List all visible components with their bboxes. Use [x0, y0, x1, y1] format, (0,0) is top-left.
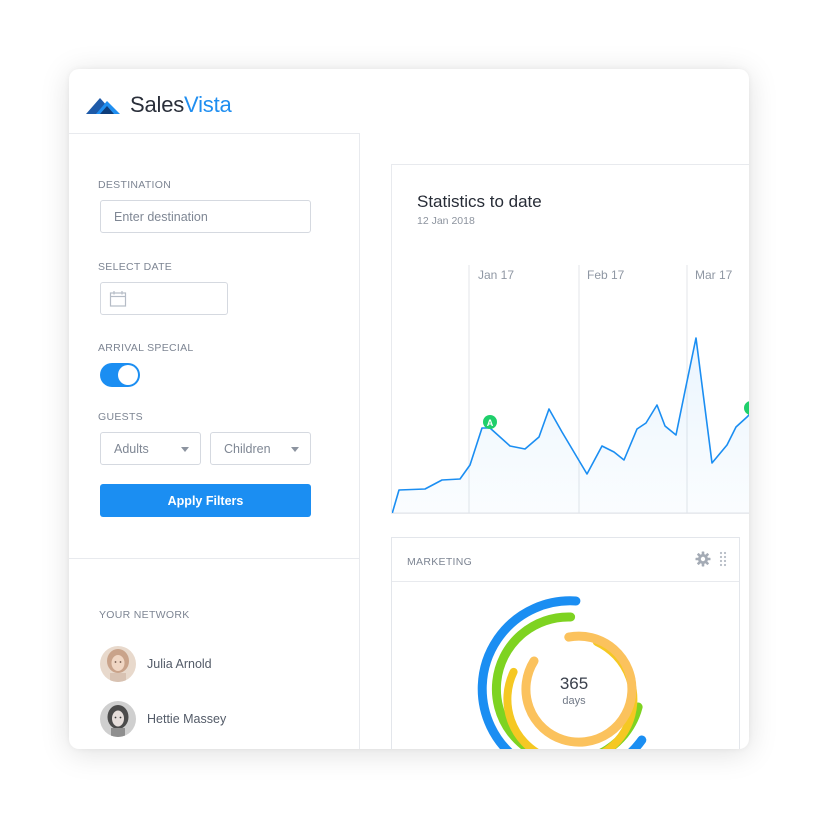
marketing-rings	[477, 596, 647, 749]
destination-label: DESTINATION	[98, 179, 172, 191]
avatar	[100, 646, 136, 682]
arrival-special-label: ARRIVAL SPECIAL	[98, 342, 194, 354]
your-network-label: YOUR NETWORK	[99, 609, 190, 621]
filter-sidebar: DESTINATION Enter destination SELECT DAT…	[69, 133, 360, 749]
month-label: Jan 17	[478, 268, 514, 282]
statistics-card: Jan 17 Feb 17 Mar 17 A Statistics to dat…	[391, 164, 749, 514]
marketing-card: MARKETING 365 days	[391, 537, 740, 749]
month-label: Feb 17	[587, 268, 625, 282]
apply-filters-button[interactable]: Apply Filters	[100, 484, 311, 517]
brand-name-part1: Sales	[130, 92, 185, 117]
marketing-value: 365	[559, 674, 589, 693]
chevron-down-icon	[181, 447, 189, 452]
statistics-title: Statistics to date	[417, 192, 542, 211]
chart-marker[interactable]	[744, 401, 749, 415]
brand-name-part2: Vista	[184, 92, 232, 117]
children-select-value: Children	[224, 441, 271, 456]
brand-logo[interactable]: SalesVista	[86, 90, 232, 120]
avatar	[100, 701, 136, 737]
adults-select[interactable]: Adults	[100, 432, 201, 465]
toggle-knob	[118, 365, 138, 385]
brand-name: SalesVista	[130, 92, 232, 118]
network-person[interactable]: Julia Arnold	[100, 646, 212, 682]
statistics-date: 12 Jan 2018	[417, 215, 475, 227]
adults-select-value: Adults	[114, 441, 149, 456]
person-name: Julia Arnold	[147, 657, 212, 671]
month-label: Mar 17	[695, 268, 733, 282]
chevron-down-icon	[291, 447, 299, 452]
children-select[interactable]: Children	[210, 432, 311, 465]
calendar-icon	[109, 290, 127, 307]
app-window: SalesVista DESTINATION Enter destination…	[69, 69, 749, 749]
marketing-unit: days	[562, 695, 586, 707]
chart-area	[392, 338, 749, 513]
marker-label: A	[487, 418, 494, 428]
destination-input[interactable]: Enter destination	[100, 200, 311, 233]
mountain-logo-icon	[86, 98, 120, 114]
network-person[interactable]: Hettie Massey	[100, 701, 226, 737]
select-date-label: SELECT DATE	[98, 261, 173, 273]
date-picker-input[interactable]	[100, 282, 228, 315]
arrival-special-toggle[interactable]	[100, 363, 140, 387]
chart-marker[interactable]: A	[483, 415, 497, 429]
person-name: Hettie Massey	[147, 712, 227, 726]
sidebar-divider	[69, 558, 360, 559]
destination-placeholder: Enter destination	[114, 209, 208, 224]
guests-label: GUESTS	[98, 411, 143, 423]
